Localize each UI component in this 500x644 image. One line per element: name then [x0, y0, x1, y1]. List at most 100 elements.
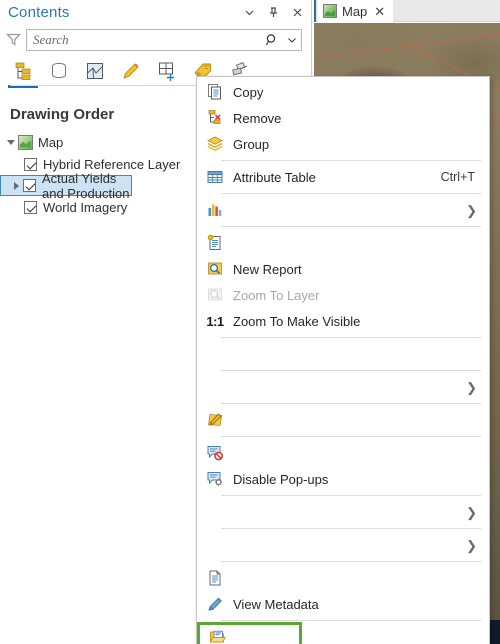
chevron-right-icon: ❯	[466, 504, 477, 520]
menu-separator	[221, 403, 481, 404]
one-to-one-icon: 1:1	[206, 313, 224, 329]
pane-header-buttons	[243, 0, 304, 25]
menu-separator	[221, 226, 481, 227]
menu-separator	[221, 370, 481, 371]
menu-item-label: Zoom To Layer	[233, 287, 320, 303]
chevron-down-icon[interactable]	[243, 6, 256, 19]
list-by-snapping-icon[interactable]	[154, 58, 180, 84]
menu-item-attribute-table[interactable]: Attribute Table Ctrl+T	[197, 164, 489, 190]
menu-item-new-report[interactable]	[197, 230, 489, 256]
menu-separator	[221, 436, 481, 437]
chevron-right-icon: ❯	[466, 379, 477, 395]
arcgis-pro-window: Map ✕ Empalme Contents	[0, 0, 500, 644]
menu-separator	[221, 193, 481, 194]
map-thumbnail-icon	[323, 4, 337, 18]
list-by-selection-icon[interactable]	[82, 58, 108, 84]
menu-item-zoom-to-source-resolution[interactable]: 1:1 Zoom To Make Visible	[197, 308, 489, 334]
expander-icon[interactable]	[4, 135, 18, 149]
tree-item-label: Hybrid Reference Layer	[43, 156, 181, 172]
remove-layer-icon	[203, 108, 227, 128]
tree-item-label: Map	[38, 134, 64, 150]
layer-visibility-checkbox[interactable]	[24, 157, 37, 171]
menu-item-label: Zoom To Make Visible	[233, 313, 361, 329]
map-thumbnail-icon	[18, 134, 33, 150]
menu-item-sharing[interactable]: ❯	[197, 532, 489, 558]
blank-icon	[203, 377, 227, 397]
create-chart-icon	[203, 200, 227, 220]
symbology-icon	[203, 410, 227, 430]
new-report-icon	[203, 233, 227, 253]
menu-item-create-chart[interactable]: ❯	[197, 197, 489, 223]
close-icon[interactable]	[291, 6, 304, 19]
properties-icon	[205, 627, 229, 644]
pin-icon[interactable]	[267, 6, 280, 19]
map-tab-accent	[314, 0, 316, 22]
attribute-table-icon	[203, 167, 227, 187]
search-icon[interactable]	[261, 33, 283, 47]
chevron-down-icon[interactable]	[283, 34, 301, 46]
menu-item-label: View Metadata	[233, 596, 319, 612]
blank-icon	[203, 344, 227, 364]
menu-separator	[221, 528, 481, 529]
menu-item-label: New Report	[233, 261, 302, 277]
menu-separator	[221, 495, 481, 496]
list-by-data-source-icon[interactable]	[46, 58, 72, 84]
group-layers-icon	[203, 134, 227, 154]
search-row	[0, 27, 312, 52]
menu-item-symbology[interactable]	[197, 407, 489, 433]
menu-item-selection[interactable]: ❯	[197, 374, 489, 400]
menu-item-data[interactable]: ❯	[197, 499, 489, 525]
menu-item-group[interactable]: Group	[197, 131, 489, 157]
menu-item-configure-popups[interactable]: Disable Pop-ups	[197, 466, 489, 492]
menu-item-disable-popups[interactable]	[197, 440, 489, 466]
chevron-right-icon: ❯	[466, 537, 477, 553]
copy-icon	[203, 82, 227, 102]
menu-item-label: Copy	[233, 84, 264, 100]
edit-metadata-icon	[203, 594, 227, 614]
zoom-to-layer-icon	[203, 259, 227, 279]
tree-item-label: World Imagery	[43, 199, 128, 215]
disable-popups-icon	[203, 443, 227, 463]
search-input[interactable]	[27, 29, 261, 50]
menu-item-label: Disable Pop-ups	[233, 471, 329, 487]
blank-icon	[203, 502, 227, 522]
menu-item-zoom-to-make-visible: Zoom To Layer	[197, 282, 489, 308]
menu-separator	[221, 620, 481, 621]
menu-item-remove[interactable]: Remove	[197, 105, 489, 131]
menu-item-properties[interactable]	[197, 622, 302, 644]
zoom-to-make-visible-icon	[203, 285, 227, 305]
menu-item-label: Attribute Table	[233, 169, 316, 185]
list-by-editing-icon[interactable]	[118, 58, 144, 84]
filter-icon[interactable]	[0, 32, 26, 47]
tree-item-label: Actual Yields and Production	[42, 170, 130, 201]
layer-visibility-checkbox[interactable]	[23, 179, 36, 192]
list-by-drawing-order-icon[interactable]	[8, 58, 38, 88]
drawing-order-heading: Drawing Order	[10, 106, 115, 123]
menu-separator	[221, 160, 481, 161]
search-box[interactable]	[26, 28, 302, 51]
view-metadata-icon	[203, 568, 227, 588]
blank-icon	[203, 535, 227, 555]
menu-item-label: Group	[233, 136, 270, 152]
menu-item-shortcut: Ctrl+T	[440, 170, 475, 184]
tab-map[interactable]: Map ✕	[318, 0, 394, 22]
tree-item-actual-yields-and-production[interactable]: Actual Yields and Production	[0, 171, 132, 201]
chevron-right-icon: ❯	[466, 202, 477, 218]
layer-context-menu: Copy Remove Group Attribute Table Ctrl+T…	[196, 76, 490, 644]
configure-popups-icon	[203, 469, 227, 489]
menu-item-view-metadata[interactable]	[197, 565, 489, 591]
menu-item-use-service-cache	[197, 341, 489, 367]
page-title: Contents	[8, 4, 70, 21]
contents-pane-header: Contents	[0, 0, 312, 25]
close-icon[interactable]: ✕	[374, 5, 385, 18]
menu-item-label: Remove	[233, 110, 282, 126]
menu-item-copy[interactable]: Copy	[197, 79, 489, 105]
tab-map-label: Map	[342, 3, 368, 19]
menu-separator	[221, 561, 481, 562]
layer-visibility-checkbox[interactable]	[24, 200, 37, 214]
menu-separator	[221, 337, 481, 338]
menu-item-edit-metadata[interactable]: View Metadata	[197, 591, 489, 617]
expander-icon[interactable]	[9, 179, 23, 193]
map-tab-strip: Map ✕	[314, 0, 500, 22]
menu-item-zoom-to-layer[interactable]: New Report	[197, 256, 489, 282]
